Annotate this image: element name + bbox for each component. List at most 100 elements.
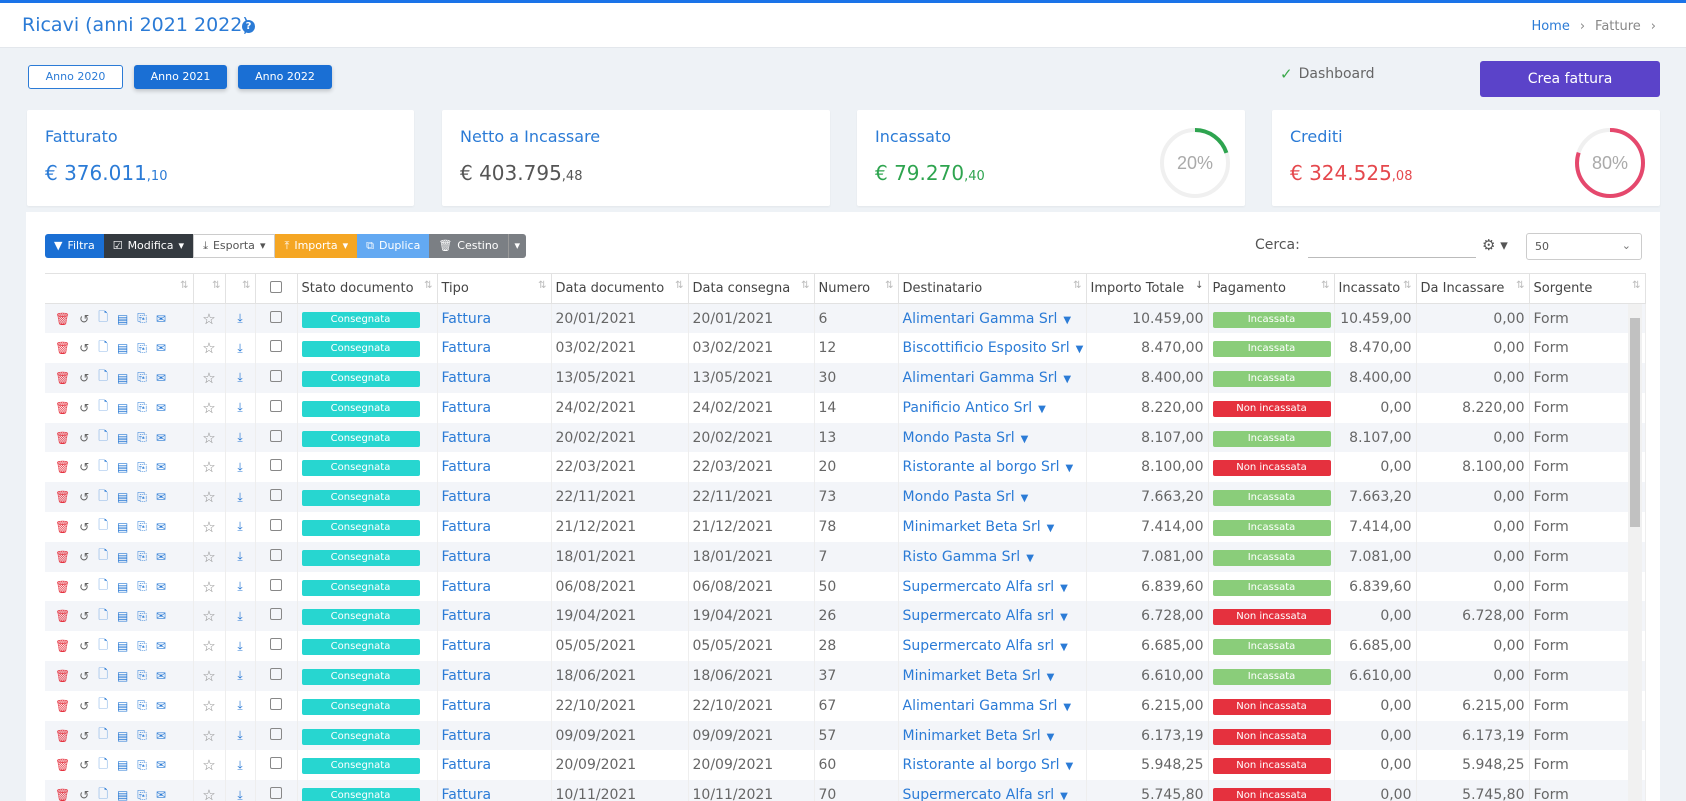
undo-icon[interactable]: ↺	[79, 699, 89, 713]
attachment-icon[interactable]: ⎘	[137, 698, 147, 713]
delete-icon[interactable]: 🗑	[55, 729, 70, 743]
undo-icon[interactable]: ↺	[79, 401, 89, 415]
document-icon[interactable]: 🗋	[98, 427, 108, 448]
destinatario-cell[interactable]: Supermercato Alfa srl ▼	[898, 601, 1087, 632]
table-row[interactable]: 🗑 ↺ 🗋 ▤ ⎘ ✉ ☆ ⤓ Consegnata Fattura 24/02/2021 24/02…	[45, 392, 1646, 423]
star-icon[interactable]: ☆	[193, 601, 226, 632]
undo-icon[interactable]: ↺	[79, 580, 89, 594]
row-checkbox[interactable]	[270, 340, 282, 353]
table-row[interactable]: 🗑 ↺ 🗋 ▤ ⎘ ✉ ☆ ⤓ Consegnata Fattura 19/04/2021 19/04…	[45, 601, 1646, 632]
row-checkbox[interactable]	[270, 429, 282, 442]
delete-icon[interactable]: 🗑	[55, 312, 70, 326]
modifica-button[interactable]: ☑ Modifica ▾	[103, 234, 194, 258]
delete-icon[interactable]: 🗑	[55, 341, 70, 355]
destinatario-link[interactable]: Alimentari Gamma Srl	[903, 311, 1058, 327]
tipo-link[interactable]: Fattura	[437, 631, 552, 662]
search-input[interactable]	[1308, 234, 1476, 258]
help-icon[interactable]: ?	[242, 20, 255, 33]
destinatario-cell[interactable]: Mondo Pasta Srl ▼	[898, 482, 1087, 513]
breadcrumb-home[interactable]: Home	[1531, 19, 1569, 34]
tipo-link[interactable]: Fattura	[437, 512, 552, 542]
document-icon[interactable]: 🗋	[98, 308, 108, 329]
destinatario-cell[interactable]: Ristorante al borgo Srl ▼	[898, 452, 1087, 483]
table-row[interactable]: 🗑 ↺ 🗋 ▤ ⎘ ✉ ☆ ⤓ Consegnata Fattura 10/11/2021 10/11…	[45, 780, 1646, 801]
destinatario-link[interactable]: Alimentari Gamma Srl	[903, 698, 1058, 714]
delete-icon[interactable]: 🗑	[55, 401, 70, 415]
destinatario-link[interactable]: Risto Gamma Srl	[903, 549, 1021, 565]
caret-down-icon[interactable]: ▼	[1060, 583, 1068, 594]
col-importo-totale[interactable]: Importo Totale ↓	[1086, 273, 1209, 304]
pdf-icon[interactable]: ▤	[117, 609, 128, 623]
row-checkbox[interactable]	[270, 548, 282, 561]
pdf-icon[interactable]: ▤	[117, 729, 128, 743]
col-data-documento[interactable]: Data documento ⇅	[551, 273, 689, 304]
destinatario-link[interactable]: Minimarket Beta Srl	[903, 728, 1041, 744]
destinatario-link[interactable]: Biscottificio Esposito Srl	[903, 340, 1070, 356]
undo-icon[interactable]: ↺	[79, 431, 89, 445]
tipo-link[interactable]: Fattura	[437, 363, 552, 393]
year-2022-button[interactable]: Anno 2022	[238, 65, 332, 89]
caret-down-icon[interactable]: ▼	[1047, 732, 1055, 743]
download-icon[interactable]: ⤓	[225, 482, 256, 513]
row-checkbox-cell[interactable]	[255, 720, 298, 751]
destinatario-link[interactable]: Mondo Pasta Srl	[903, 430, 1015, 446]
row-checkbox-cell[interactable]	[255, 541, 298, 572]
download-icon[interactable]: ⤓	[225, 452, 256, 483]
destinatario-cell[interactable]: Minimarket Beta Srl ▼	[898, 661, 1087, 691]
pdf-icon[interactable]: ▤	[117, 460, 128, 474]
download-icon[interactable]: ⤓	[225, 690, 256, 721]
attachment-icon[interactable]: ⎘	[137, 579, 147, 594]
pdf-icon[interactable]: ▤	[117, 758, 128, 772]
table-row[interactable]: 🗑 ↺ 🗋 ▤ ⎘ ✉ ☆ ⤓ Consegnata Fattura 05/05/2021 05/05…	[45, 631, 1646, 662]
mail-icon[interactable]: ✉	[156, 312, 166, 326]
table-row[interactable]: 🗑 ↺ 🗋 ▤ ⎘ ✉ ☆ ⤓ Consegnata Fattura 21/12/2021 21/12…	[45, 512, 1646, 542]
mail-icon[interactable]: ✉	[156, 580, 166, 594]
delete-icon[interactable]: 🗑	[55, 669, 70, 683]
crea-fattura-button[interactable]: Crea fattura	[1480, 61, 1660, 97]
col-star[interactable]: ⇅	[193, 273, 226, 304]
row-checkbox-cell[interactable]	[255, 333, 298, 364]
pdf-icon[interactable]: ▤	[117, 371, 128, 385]
row-checkbox-cell[interactable]	[255, 422, 298, 453]
tipo-link[interactable]: Fattura	[437, 422, 552, 453]
breadcrumb-fatture[interactable]: Fatture	[1595, 19, 1641, 34]
destinatario-link[interactable]: Minimarket Beta Srl	[903, 519, 1041, 535]
destinatario-cell[interactable]: Risto Gamma Srl ▼	[898, 541, 1087, 572]
pdf-icon[interactable]: ▤	[117, 520, 128, 534]
select-all-checkbox[interactable]	[270, 280, 282, 293]
star-icon[interactable]: ☆	[193, 541, 226, 572]
tipo-link[interactable]: Fattura	[437, 601, 552, 632]
undo-icon[interactable]: ↺	[79, 460, 89, 474]
attachment-icon[interactable]: ⎘	[137, 400, 147, 415]
tipo-link[interactable]: Fattura	[437, 750, 552, 781]
caret-down-icon[interactable]: ▼	[1066, 463, 1074, 474]
mail-icon[interactable]: ✉	[156, 609, 166, 623]
mail-icon[interactable]: ✉	[156, 550, 166, 564]
document-icon[interactable]: 🗋	[98, 576, 108, 597]
mail-icon[interactable]: ✉	[156, 401, 166, 415]
row-checkbox-cell[interactable]	[255, 601, 298, 632]
destinatario-link[interactable]: Supermercato Alfa srl	[903, 608, 1055, 624]
pdf-icon[interactable]: ▤	[117, 401, 128, 415]
col-da-incassare[interactable]: Da Incassare ⇅	[1416, 273, 1530, 304]
attachment-icon[interactable]: ⎘	[137, 728, 147, 743]
delete-icon[interactable]: 🗑	[55, 609, 70, 623]
col-pagamento[interactable]: Pagamento ⇅	[1208, 273, 1335, 304]
tipo-link[interactable]: Fattura	[437, 333, 552, 364]
star-icon[interactable]: ☆	[193, 452, 226, 483]
pdf-icon[interactable]: ▤	[117, 490, 128, 504]
dashboard-toggle[interactable]: ✓ Dashboard	[1280, 65, 1375, 83]
row-checkbox[interactable]	[270, 608, 282, 621]
mail-icon[interactable]: ✉	[156, 788, 166, 801]
caret-down-icon[interactable]: ▼	[1021, 493, 1029, 504]
caret-down-icon[interactable]: ▼	[1063, 374, 1071, 385]
attachment-icon[interactable]: ⎘	[137, 430, 147, 445]
destinatario-link[interactable]: Ristorante al borgo Srl	[903, 459, 1060, 475]
document-icon[interactable]: 🗋	[98, 516, 108, 537]
table-row[interactable]: 🗑 ↺ 🗋 ▤ ⎘ ✉ ☆ ⤓ Consegnata Fattura 13/05/2021 13/05…	[45, 363, 1646, 393]
document-icon[interactable]: 🗋	[98, 487, 108, 508]
star-icon[interactable]: ☆	[193, 512, 226, 542]
destinatario-cell[interactable]: Biscottificio Esposito Srl ▼	[898, 333, 1087, 364]
table-row[interactable]: 🗑 ↺ 🗋 ▤ ⎘ ✉ ☆ ⤓ Consegnata Fattura 22/11/2021 22/11…	[45, 482, 1646, 513]
download-icon[interactable]: ⤓	[225, 720, 256, 751]
